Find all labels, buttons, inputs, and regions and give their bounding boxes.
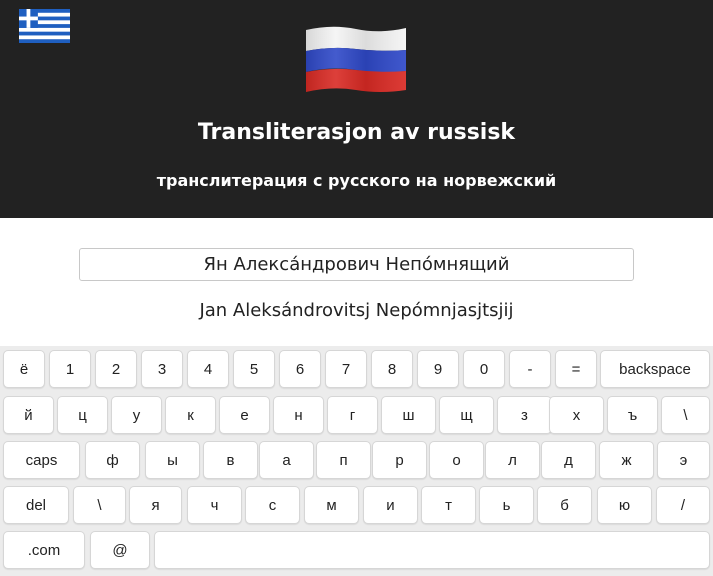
virtual-keyboard: ё 1 2 3 4 5 6 7 8 9 0 - = backspace й ц … bbox=[0, 346, 713, 576]
key-8[interactable]: 8 bbox=[371, 350, 413, 388]
key-soft-sign[interactable]: ь bbox=[479, 486, 534, 524]
key-ya[interactable]: я bbox=[129, 486, 182, 524]
key-s[interactable]: с bbox=[245, 486, 300, 524]
russian-flag-icon bbox=[306, 26, 406, 92]
key-i[interactable]: и bbox=[363, 486, 418, 524]
page-title: Transliterasjon av russisk bbox=[197, 120, 516, 145]
key-backslash-2[interactable]: \ bbox=[73, 486, 126, 524]
key-y[interactable]: ы bbox=[145, 441, 200, 479]
key-yo[interactable]: ё bbox=[3, 350, 45, 388]
at-sign-button[interactable]: @ bbox=[90, 531, 150, 569]
key-minus[interactable]: - bbox=[509, 350, 551, 388]
key-shch[interactable]: щ bbox=[439, 396, 494, 434]
caps-button[interactable]: caps bbox=[3, 441, 80, 479]
key-slash[interactable]: / bbox=[656, 486, 710, 524]
key-k[interactable]: к bbox=[165, 396, 216, 434]
key-1[interactable]: 1 bbox=[49, 350, 91, 388]
key-d[interactable]: д bbox=[541, 441, 596, 479]
key-p[interactable]: п bbox=[316, 441, 371, 479]
key-g[interactable]: г bbox=[327, 396, 378, 434]
key-ts[interactable]: ц bbox=[57, 396, 108, 434]
header: Transliterasjon av russisk транслитераци… bbox=[0, 0, 713, 218]
key-backslash[interactable]: \ bbox=[661, 396, 710, 434]
key-3[interactable]: 3 bbox=[141, 350, 183, 388]
backspace-button[interactable]: backspace bbox=[600, 350, 710, 388]
key-f[interactable]: ф bbox=[85, 441, 140, 479]
page-subtitle: транслитерация с русского на норвежский bbox=[156, 171, 557, 190]
key-kh[interactable]: х bbox=[549, 396, 604, 434]
key-0[interactable]: 0 bbox=[463, 350, 505, 388]
key-9[interactable]: 9 bbox=[417, 350, 459, 388]
key-v[interactable]: в bbox=[203, 441, 258, 479]
key-u[interactable]: у bbox=[111, 396, 162, 434]
key-r[interactable]: р bbox=[372, 441, 427, 479]
space-bar[interactable] bbox=[154, 531, 710, 569]
key-sh[interactable]: ш bbox=[381, 396, 436, 434]
key-z[interactable]: з bbox=[497, 396, 552, 434]
del-button[interactable]: del bbox=[3, 486, 69, 524]
dot-com-button[interactable]: .com bbox=[3, 531, 85, 569]
key-b[interactable]: б bbox=[537, 486, 592, 524]
key-short-i[interactable]: й bbox=[3, 396, 54, 434]
key-6[interactable]: 6 bbox=[279, 350, 321, 388]
key-equals[interactable]: = bbox=[555, 350, 597, 388]
key-hard-sign[interactable]: ъ bbox=[607, 396, 658, 434]
key-2[interactable]: 2 bbox=[95, 350, 137, 388]
key-yu[interactable]: ю bbox=[597, 486, 652, 524]
key-o[interactable]: о bbox=[429, 441, 484, 479]
greek-flag-icon[interactable] bbox=[18, 9, 71, 43]
key-4[interactable]: 4 bbox=[187, 350, 229, 388]
key-n[interactable]: н bbox=[273, 396, 324, 434]
key-ye[interactable]: е bbox=[219, 396, 270, 434]
key-e[interactable]: э bbox=[657, 441, 710, 479]
key-a[interactable]: а bbox=[259, 441, 314, 479]
key-zh[interactable]: ж bbox=[599, 441, 654, 479]
key-t[interactable]: т bbox=[421, 486, 476, 524]
russian-text-input[interactable]: Ян Алекса́ндрович Непо́мнящий bbox=[79, 248, 634, 281]
key-ch[interactable]: ч bbox=[187, 486, 242, 524]
key-7[interactable]: 7 bbox=[325, 350, 367, 388]
key-m[interactable]: м bbox=[304, 486, 359, 524]
key-5[interactable]: 5 bbox=[233, 350, 275, 388]
key-l[interactable]: л bbox=[485, 441, 540, 479]
transliteration-output: Jan Aleksándrovitsj Nepómnjasjtsjij bbox=[199, 300, 514, 321]
